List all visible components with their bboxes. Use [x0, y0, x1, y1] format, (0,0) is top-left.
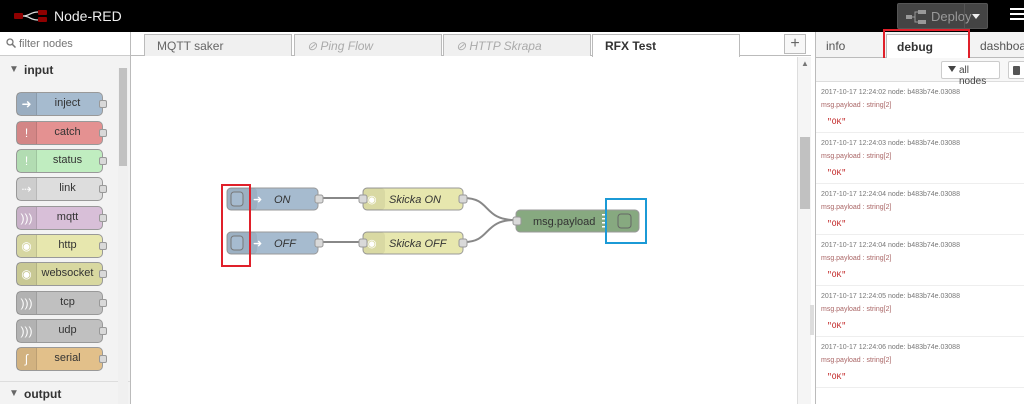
func-on-label: Skicka ON	[389, 194, 441, 206]
palette-node-status[interactable]: ! status	[16, 149, 107, 173]
debug-message: 2017-10-17 12:24:02 node: b483b74e.03088…	[816, 82, 1024, 133]
deploy-button[interactable]: Deploy	[897, 3, 988, 29]
deploy-separator	[964, 4, 965, 28]
inject-on-label: ON	[274, 194, 291, 206]
function-node-skicka-off[interactable]: ◉ Skicka OFF	[358, 231, 468, 255]
node-palette: ▼ input ➜ inject ! catch ! status ⇢ link…	[0, 32, 131, 404]
tab-mqtt-saker[interactable]: MQTT saker	[144, 34, 292, 56]
tab-rfx-test[interactable]: RFX Test	[592, 34, 740, 58]
palette-node-websocket[interactable]: ◉ websocket	[16, 262, 107, 286]
search-icon	[6, 38, 16, 48]
category-output-header[interactable]: ▼ output	[0, 381, 130, 404]
palette-node-link[interactable]: ⇢ link	[16, 177, 107, 201]
chevron-down-icon: ▼	[9, 388, 19, 399]
workspace-tabs: MQTT saker ⊘ Ping Flow ⊘ HTTP Skrapa RFX…	[131, 32, 811, 58]
palette-node-inject[interactable]: ➜ inject	[16, 92, 107, 116]
debug-message: 2017-10-17 12:24:03 node: b483b74e.03088…	[816, 133, 1024, 184]
workspace-scrollbar[interactable]: ▲	[797, 57, 811, 404]
debug-message-list: 2017-10-17 12:24:02 node: b483b74e.03088…	[816, 82, 1024, 404]
bridge-icon: )))	[17, 320, 37, 342]
menu-hamburger-icon[interactable]	[1010, 8, 1024, 22]
filter-all-nodes-button[interactable]: all nodes	[941, 61, 1000, 87]
tab-info[interactable]: info	[816, 34, 886, 58]
palette-scrollbar[interactable]	[118, 68, 128, 404]
add-tab-button[interactable]: +	[784, 34, 806, 54]
tab-label: ⊘ Ping Flow	[307, 39, 374, 53]
highlight-inject-buttons	[221, 184, 251, 267]
category-input-header[interactable]: ▼ input	[0, 58, 117, 82]
trash-icon	[1013, 66, 1020, 75]
bridge-icon: )))	[17, 292, 37, 314]
tab-http-skrapa[interactable]: ⊘ HTTP Skrapa	[443, 34, 591, 56]
palette-node-serial[interactable]: ∫ serial	[16, 347, 107, 371]
globe-icon: ◉	[17, 263, 37, 285]
link-icon: ⇢	[17, 178, 37, 200]
globe-icon: ◉	[17, 235, 37, 257]
debug-toolbar: all nodes	[816, 58, 1024, 87]
alert-icon: !	[17, 150, 37, 172]
clear-debug-button[interactable]	[1008, 61, 1024, 79]
palette-node-tcp[interactable]: ))) tcp	[16, 291, 107, 315]
arrow-right-icon: ➜	[17, 93, 37, 115]
debug-message: 2017-10-17 12:24:04 node: b483b74e.03088…	[816, 184, 1024, 235]
filter-icon	[948, 66, 956, 72]
app-title: Node-RED	[54, 8, 122, 24]
deploy-icon	[906, 10, 926, 24]
function-node-skicka-on[interactable]: ◉ Skicka ON	[358, 187, 468, 211]
debug-message: 2017-10-17 12:24:05 node: b483b74e.03088…	[816, 286, 1024, 337]
sidebar: info debug dashboar all nodes 2017-10-17…	[815, 29, 1024, 404]
globe-icon: ◉	[367, 194, 377, 206]
serial-icon: ∫	[17, 348, 37, 370]
deploy-label: Deploy	[931, 9, 972, 24]
palette-node-catch[interactable]: ! catch	[16, 121, 107, 145]
tab-ping-flow[interactable]: ⊘ Ping Flow	[294, 34, 442, 56]
arrow-right-icon: ➜	[253, 194, 262, 206]
disabled-icon: ⊘	[307, 39, 321, 53]
wire-func-off-to-debug	[463, 219, 516, 243]
func-off-label: Skicka OFF	[389, 238, 448, 250]
highlight-debug-toggle	[605, 198, 647, 244]
bridge-icon: )))	[17, 207, 37, 229]
highlight-debug-tab	[883, 29, 970, 60]
debug-message: 2017-10-17 12:24:04 node: b483b74e.03088…	[816, 235, 1024, 286]
palette-node-mqtt[interactable]: ))) mqtt	[16, 206, 107, 230]
globe-icon: ◉	[367, 238, 377, 250]
scroll-up-icon[interactable]: ▲	[801, 59, 809, 68]
filter-nodes-input[interactable]	[19, 36, 119, 52]
debug-node-label: msg.payload	[533, 216, 595, 228]
tab-label: ⊘ HTTP Skrapa	[456, 39, 542, 53]
chevron-down-icon[interactable]	[972, 14, 980, 19]
arrow-right-icon: ➜	[253, 238, 262, 250]
palette-search	[0, 32, 130, 56]
sidebar-resize-handle[interactable]	[810, 305, 814, 335]
tab-dashboard[interactable]: dashboar	[972, 34, 1024, 58]
disabled-icon: ⊘	[456, 39, 470, 53]
app-header: Node-RED Deploy	[0, 0, 1024, 32]
palette-node-udp[interactable]: ))) udp	[16, 319, 107, 343]
wire-func-on-to-debug	[463, 197, 516, 221]
inject-off-label: OFF	[274, 238, 297, 250]
palette-node-http[interactable]: ◉ http	[16, 234, 107, 258]
debug-message: 2017-10-17 12:24:06 node: b483b74e.03088…	[816, 337, 1024, 388]
alert-icon: !	[17, 122, 37, 144]
node-red-logo-icon	[14, 10, 47, 22]
flow-workspace[interactable]: ➜ ON ➜ OFF ◉ Skicka ON ◉ Skicka OFF msg.…	[131, 57, 811, 404]
chevron-down-icon: ▼	[9, 64, 19, 75]
